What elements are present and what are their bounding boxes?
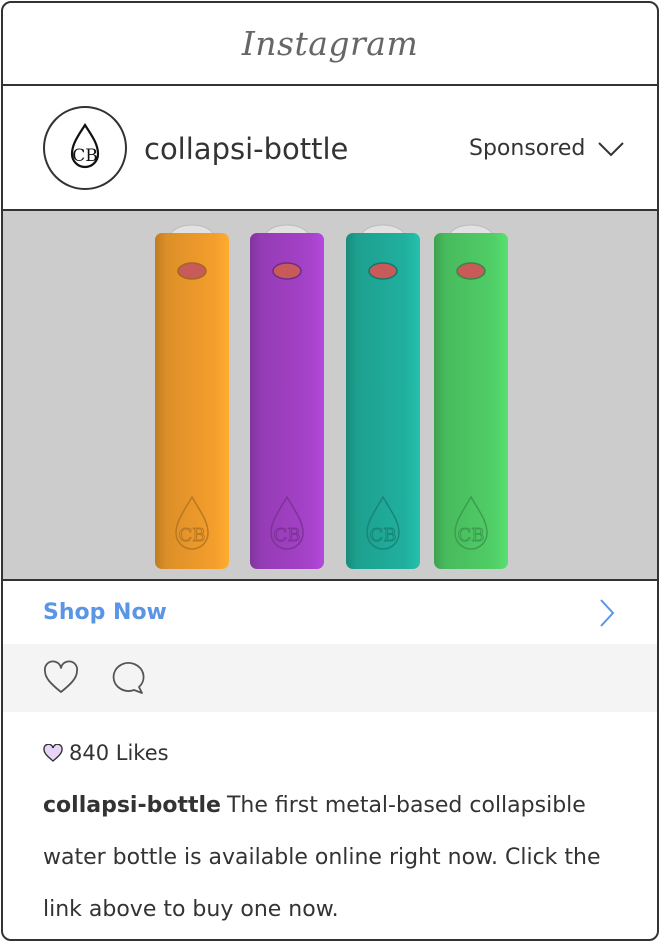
bottle-body: [434, 233, 508, 569]
bottle-body: [346, 233, 420, 569]
post-caption: collapsi-bottle The first metal-based col…: [43, 780, 623, 936]
bottle-button: [368, 262, 398, 280]
bottle: CB: [434, 224, 508, 569]
sponsored-menu[interactable]: Sponsored: [469, 136, 625, 162]
bottle-body: [250, 233, 324, 569]
caption-username[interactable]: collapsi-bottle: [43, 793, 221, 818]
bottle: CB: [155, 224, 229, 569]
bottle-body: [155, 233, 229, 569]
action-bar: [3, 644, 657, 712]
instagram-logo[interactable]: Instagram: [242, 24, 419, 63]
comment-icon[interactable]: [109, 660, 145, 696]
post-username[interactable]: collapsi-bottle: [144, 132, 348, 166]
instagram-post-card: Instagram CB collapsi-bottle Sponsored C…: [1, 1, 659, 941]
heart-small-icon: [43, 744, 63, 762]
chevron-right-icon: [600, 598, 615, 627]
likes-count: 840 Likes: [69, 741, 169, 765]
bottle-logo-text: CB: [179, 525, 206, 546]
post-image[interactable]: CB CB CB CB: [3, 211, 657, 579]
product-image: CB CB CB CB: [155, 224, 508, 569]
bottle-button: [177, 262, 207, 280]
bottle: CB: [250, 224, 324, 569]
sponsored-label: Sponsored: [469, 136, 586, 161]
app-header: Instagram: [3, 3, 657, 84]
shop-now-label: Shop Now: [43, 600, 167, 625]
post-header: CB collapsi-bottle Sponsored: [3, 86, 657, 209]
post-content: 840 Likes collapsi-bottle The first metal…: [43, 738, 623, 936]
bottle-logo-text: CB: [458, 525, 485, 546]
shop-now-link[interactable]: Shop Now: [3, 581, 657, 644]
bottle-logo-text: CB: [370, 525, 397, 546]
heart-icon[interactable]: [43, 660, 79, 696]
avatar-monogram: CB: [72, 146, 98, 166]
bottle-logo-text: CB: [274, 525, 301, 546]
avatar[interactable]: CB: [43, 106, 127, 190]
chevron-down-icon: [598, 142, 625, 157]
bottle-button: [456, 262, 486, 280]
bottle-button: [272, 262, 302, 280]
droplet-logo-icon: CB: [70, 122, 100, 169]
likes-row[interactable]: 840 Likes: [43, 738, 623, 768]
bottle: CB: [346, 224, 420, 569]
